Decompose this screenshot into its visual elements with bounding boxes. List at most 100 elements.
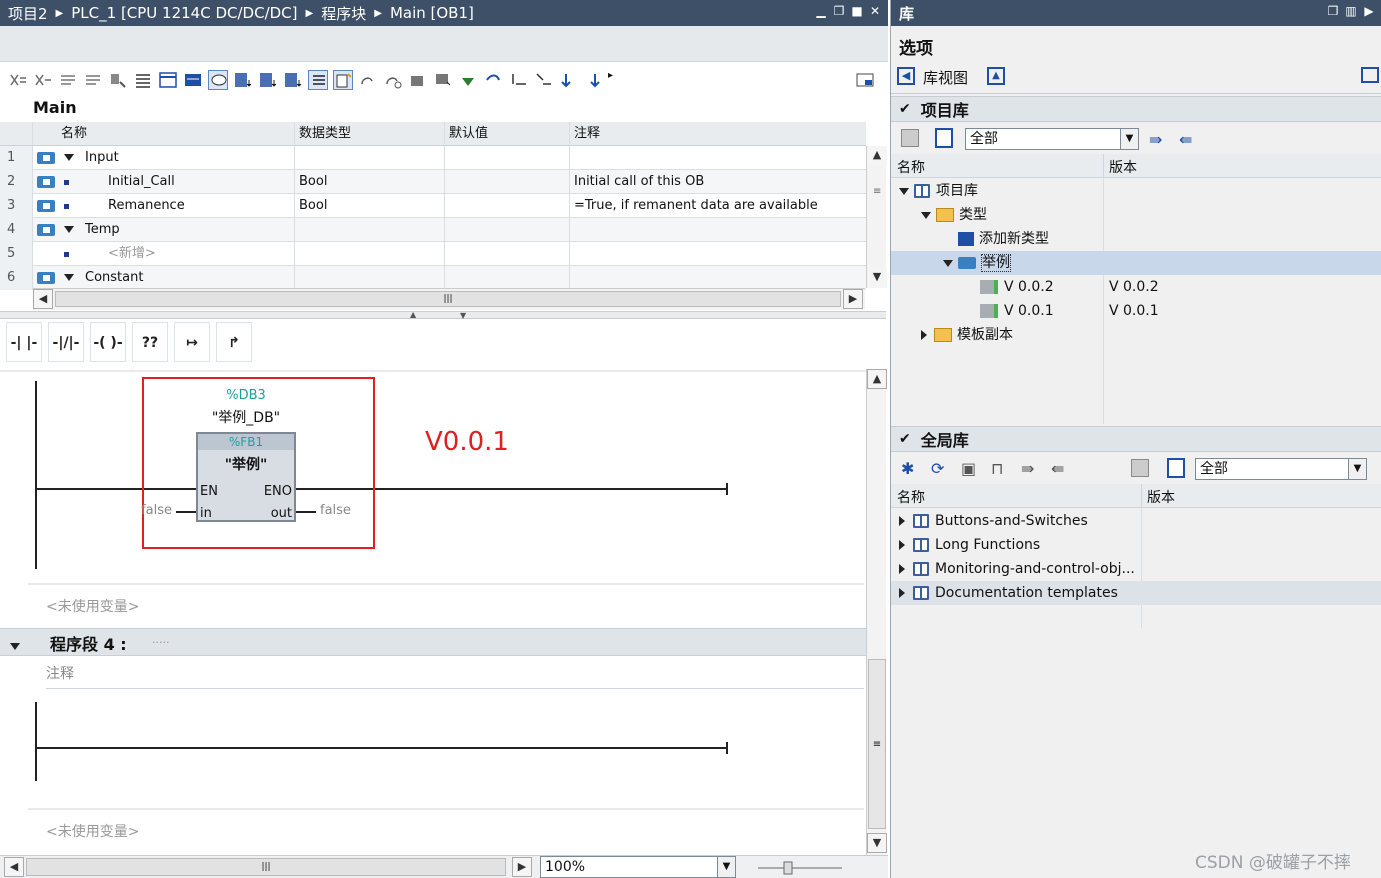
global-library-item[interactable]: Buttons-and-Switches [891, 509, 1381, 533]
collapse-icon[interactable] [183, 70, 203, 90]
list-icon[interactable] [133, 70, 153, 90]
absolute-address-icon[interactable] [258, 70, 278, 90]
jump-back-icon[interactable] [558, 70, 578, 90]
comment-toggle-icon[interactable] [208, 70, 228, 90]
interface-row[interactable]: 6 Constant [0, 266, 866, 290]
interface-row[interactable]: 4 Temp [0, 218, 866, 242]
new-library-icon[interactable]: ✱ [901, 459, 914, 478]
form-icon[interactable] [158, 70, 178, 90]
comment-cell[interactable]: =True, if remanent data are available [570, 194, 866, 218]
expand-icon[interactable] [64, 266, 74, 290]
empty-box-button[interactable]: ?? [132, 322, 168, 362]
scroll-right-icon[interactable]: ▶ [843, 289, 863, 309]
window-split-icon[interactable] [855, 70, 875, 90]
close-library-icon[interactable]: ⊓ [991, 459, 1003, 478]
scroll-thumb[interactable]: ≡ [868, 659, 886, 829]
close-icon[interactable]: ✕ [868, 4, 882, 18]
list-view-icon[interactable] [935, 128, 953, 148]
network4-title-dots[interactable]: ..... [152, 633, 169, 646]
favorites-icon[interactable] [233, 70, 253, 90]
name-cell[interactable]: Remanence [33, 194, 295, 218]
default-cell[interactable] [445, 266, 570, 290]
type-cell[interactable]: Bool [295, 170, 445, 194]
ladder-vscroll[interactable]: ▲ ≡ ▼ [866, 369, 887, 855]
comment-cell[interactable] [570, 266, 866, 290]
scroll-down-icon[interactable]: ▼ [867, 268, 887, 288]
type-cell[interactable]: Bool [295, 194, 445, 218]
interface-row[interactable]: 2 Initial_Call Bool Initial call of this OB [0, 170, 866, 194]
comment-cell[interactable] [570, 218, 866, 242]
interface-row[interactable]: 3 Remanence Bool =True, if remanent data ar… [0, 194, 866, 218]
maximize-icon[interactable]: ■ [850, 4, 864, 18]
outdent-icon[interactable] [533, 70, 553, 90]
project-library-header[interactable]: ✔ 项目库 [891, 96, 1381, 122]
expanded-icon[interactable] [921, 211, 931, 219]
tree-node[interactable]: 模板副本 [891, 323, 1381, 347]
column-name[interactable]: 名称 [33, 122, 295, 146]
scroll-down-icon[interactable]: ▼ [867, 833, 887, 853]
row-name[interactable]: <新增> [108, 242, 156, 266]
download-icon[interactable] [433, 70, 453, 90]
default-cell[interactable] [445, 218, 570, 242]
tree-node[interactable]: 添加新类型 [891, 227, 1381, 251]
collapse-network-icon[interactable] [10, 639, 20, 654]
row-name[interactable]: Constant [85, 266, 143, 290]
scroll-thumb[interactable]: ||| [26, 858, 506, 876]
collapse-panel-icon[interactable]: ▶ [1362, 4, 1376, 18]
column-comment[interactable]: 注释 [570, 122, 866, 146]
import-icon[interactable]: ⇚ [1179, 130, 1192, 149]
name-cell[interactable]: Constant [33, 266, 295, 290]
column-default[interactable]: 默认值 [445, 122, 570, 146]
name-cell[interactable]: Temp [33, 218, 295, 242]
go-to-icon[interactable] [108, 70, 128, 90]
scroll-left-icon[interactable]: ◀ [4, 857, 24, 877]
default-cell[interactable] [445, 242, 570, 266]
default-cell[interactable] [445, 170, 570, 194]
dropdown-arrow-icon[interactable]: ▼ [1120, 129, 1138, 149]
indent-icon[interactable] [508, 70, 528, 90]
collapsed-icon[interactable] [921, 330, 927, 340]
splitter[interactable]: ▲ ▼ [0, 310, 886, 320]
comment-cell[interactable] [570, 242, 866, 266]
collapsed-icon[interactable] [899, 540, 905, 550]
nc-contact-button[interactable]: -|/|- [48, 322, 84, 362]
breadcrumb-item[interactable]: PLC_1 [CPU 1214C DC/DC/DC] [71, 4, 297, 22]
default-cell[interactable] [445, 194, 570, 218]
column-name[interactable]: 名称 [897, 487, 925, 507]
window-icon[interactable] [1361, 67, 1379, 83]
expanded-icon[interactable] [943, 259, 953, 267]
dock-icon[interactable]: ▥ [1344, 4, 1358, 18]
comment-cell[interactable] [570, 146, 866, 170]
watch-icon[interactable] [383, 70, 403, 90]
global-library-header[interactable]: ✔ 全局库 [891, 426, 1381, 452]
library-view-open-icon[interactable]: ▲ [987, 67, 1005, 85]
export-icon[interactable]: ⇛ [1021, 459, 1034, 478]
splitter-up-icon[interactable]: ▲ [410, 310, 416, 319]
global-library-filter[interactable]: 全部 ▼ [1195, 458, 1367, 480]
zoom-select[interactable]: 100% ▼ [540, 856, 736, 878]
name-cell[interactable]: Initial_Call [33, 170, 295, 194]
insert-row-icon[interactable] [58, 70, 78, 90]
column-version[interactable]: 版本 [1109, 157, 1137, 177]
out-value[interactable]: false [320, 503, 351, 518]
zoom-slider[interactable] [756, 860, 846, 876]
global-library-item[interactable]: Documentation templates [891, 581, 1381, 605]
network4-header[interactable]: 程序段 4 : ..... [0, 628, 866, 656]
tree-node[interactable]: 举例 [891, 251, 1381, 275]
network4-comment[interactable]: 注释 [46, 663, 864, 689]
symbol-info-icon[interactable] [283, 70, 303, 90]
compare-icon[interactable] [408, 70, 428, 90]
tree-node[interactable]: 项目库 [891, 179, 1381, 203]
upload-icon[interactable] [458, 70, 478, 90]
global-library-item[interactable]: Monitoring-and-control-obj... [891, 557, 1381, 581]
dropdown-arrow-icon[interactable]: ▼ [717, 857, 735, 877]
more-icon[interactable]: ▸ [608, 70, 628, 90]
db-name[interactable]: "举例_DB" [186, 407, 306, 427]
float-icon[interactable]: ❐ [1326, 4, 1340, 18]
open-branch-button[interactable]: ↦ [174, 322, 210, 362]
delete-network-icon[interactable] [33, 70, 53, 90]
highlight-icon[interactable] [333, 70, 353, 90]
breadcrumb-item[interactable]: 程序块 [321, 3, 366, 24]
breadcrumb-item[interactable]: 项目2 [8, 3, 48, 24]
project-library-filter[interactable]: 全部 ▼ [965, 128, 1139, 150]
